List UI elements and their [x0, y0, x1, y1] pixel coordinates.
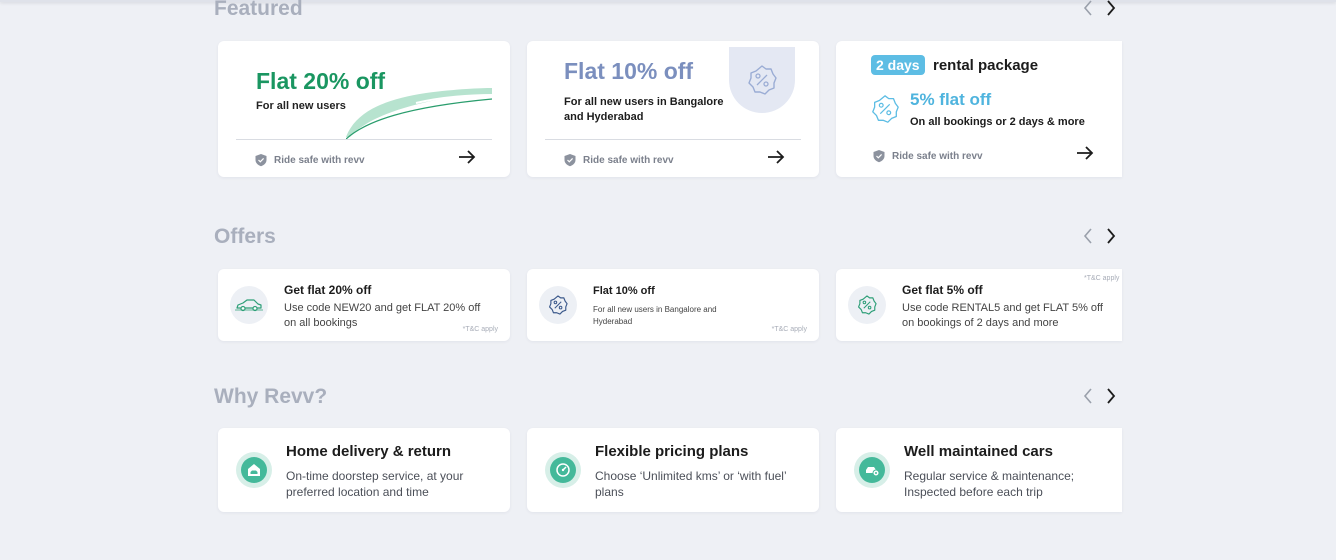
featured-card-flat-20[interactable]: Flat 20% off For all new users Ride safe…	[218, 41, 510, 177]
chevron-right-icon	[1107, 228, 1116, 244]
why-prev-button[interactable]	[1080, 386, 1096, 406]
card-footer-text: Ride safe with revv	[583, 154, 674, 166]
offer-title: Get flat 5% off	[902, 283, 983, 297]
why-description: On-time doorstep service, at your prefer…	[286, 469, 464, 499]
why-card-well-maintained: Well maintained cars Regular service & m…	[836, 428, 1122, 512]
arrow-right-icon[interactable]	[458, 149, 476, 165]
offer-card-flat-10[interactable]: Flat 10% off For all new users in Bangal…	[527, 269, 819, 341]
car-service-icon	[866, 467, 880, 477]
terms-note: *T&C apply	[462, 326, 498, 333]
card-footer: Ride safe with revv	[872, 149, 983, 163]
top-divider	[0, 0, 1336, 2]
home-car-icon	[248, 464, 260, 476]
why-title: Flexible pricing plans	[595, 443, 749, 460]
why-icon	[545, 452, 581, 488]
rental-days-chip: 2 days	[871, 55, 925, 75]
shield-icon	[564, 154, 576, 167]
offer-icon	[848, 286, 886, 324]
terms-note: *T&C apply	[1084, 275, 1120, 282]
offers-carousel-arrows	[1080, 226, 1120, 246]
offer-title: Get flat 20% off	[284, 283, 372, 297]
discount-badge-icon	[872, 95, 899, 123]
chevron-right-icon	[1107, 388, 1116, 404]
road-illustration	[346, 88, 493, 140]
terms-note: *T&C apply	[771, 326, 807, 333]
discount-badge-icon	[858, 295, 877, 315]
featured-card-flat-10[interactable]: Flat 10% off For all new users in Bangal…	[527, 41, 819, 177]
card-footer-text: Ride safe with revv	[892, 150, 983, 162]
offers-prev-button[interactable]	[1080, 226, 1096, 246]
why-card-flexible-pricing: Flexible pricing plans Choose ‘Unlimited…	[527, 428, 819, 512]
section-title-featured: Featured	[214, 0, 303, 20]
chevron-left-icon	[1083, 388, 1092, 404]
arrow-right-icon[interactable]	[1076, 145, 1094, 161]
offer-title: Flat 10% off	[593, 285, 655, 297]
featured-carousel-arrows	[1080, 0, 1120, 18]
featured-card-subtitle: For all new users in Bangalore and Hyder…	[564, 96, 724, 123]
arrow-right-icon[interactable]	[767, 149, 785, 165]
section-title-offers: Offers	[214, 225, 276, 248]
offer-card-new20[interactable]: Get flat 20% off Use code NEW20 and get …	[218, 269, 510, 341]
why-carousel-arrows	[1080, 386, 1120, 406]
offer-icon	[539, 286, 577, 324]
why-description: Choose ‘Unlimited kms’ or ‘with fuel’ pl…	[595, 469, 787, 499]
why-title: Home delivery & return	[286, 443, 452, 460]
speedometer-icon	[556, 463, 570, 477]
featured-card-rental-package[interactable]: 2 days rental package 5% flat off On all…	[836, 41, 1122, 177]
card-divider	[236, 139, 492, 140]
why-description: Regular service & maintenance; Inspected…	[904, 469, 1075, 499]
featured-prev-button[interactable]	[1080, 0, 1096, 18]
featured-card-subtitle: On all bookings or 2 days & more	[910, 116, 1085, 128]
chevron-left-icon	[1083, 0, 1092, 16]
offer-description: For all new users in Bangalore and Hyder…	[593, 305, 717, 326]
featured-card-title: 5% flat off	[910, 90, 992, 109]
why-title: Well maintained cars	[904, 443, 1053, 460]
card-divider	[545, 139, 801, 140]
featured-next-button[interactable]	[1103, 0, 1119, 18]
shield-icon	[873, 150, 885, 163]
card-footer-text: Ride safe with revv	[274, 154, 365, 166]
discount-badge-icon	[549, 295, 568, 315]
why-next-button[interactable]	[1103, 386, 1119, 406]
offer-description: Use code RENTAL5 and get FLAT 5% off on …	[902, 302, 1103, 329]
featured-card-heading: rental package	[933, 57, 1039, 74]
discount-badge-icon	[748, 65, 777, 95]
discount-badge	[729, 47, 795, 113]
chevron-right-icon	[1107, 0, 1116, 16]
featured-card-subtitle: For all new users	[256, 100, 346, 112]
featured-card-title: Flat 10% off	[564, 58, 694, 84]
offer-icon	[230, 286, 268, 324]
shield-icon	[255, 154, 267, 167]
section-title-why-revv: Why Revv?	[214, 385, 328, 408]
why-icon	[854, 452, 890, 488]
offer-card-rental5[interactable]: Get flat 5% off Use code RENTAL5 and get…	[836, 269, 1122, 341]
card-footer: Ride safe with revv	[563, 153, 674, 167]
why-icon	[236, 452, 272, 488]
offers-next-button[interactable]	[1103, 226, 1119, 246]
car-icon	[235, 299, 263, 312]
chevron-left-icon	[1083, 228, 1092, 244]
card-footer: Ride safe with revv	[254, 153, 365, 167]
why-card-home-delivery: Home delivery & return On-time doorstep …	[218, 428, 510, 512]
